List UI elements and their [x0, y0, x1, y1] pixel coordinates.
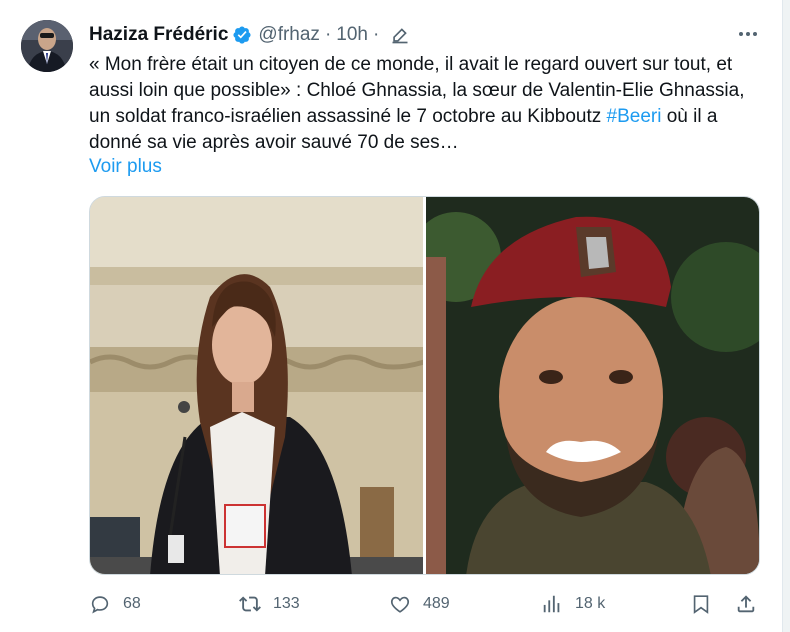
reply-count: 68	[123, 595, 141, 612]
like-button[interactable]: 489	[389, 590, 450, 618]
retweet-count: 133	[273, 595, 300, 612]
views-button[interactable]: 18 k	[541, 590, 605, 618]
retweet-icon	[239, 596, 261, 612]
bookmark-icon	[693, 595, 709, 614]
separator: ·	[324, 24, 332, 45]
tweet[interactable]: Haziza Frédéric @frhaz · 10h · « Mon frè…	[0, 0, 790, 632]
media-grid	[89, 196, 760, 575]
action-bar: 68 133 489 18 k	[89, 590, 765, 618]
like-icon	[390, 596, 410, 613]
photo-woman[interactable]	[90, 197, 423, 574]
timestamp[interactable]: 10h	[336, 24, 368, 46]
reply-button[interactable]: 68	[89, 590, 141, 618]
like-count: 489	[423, 595, 450, 612]
author-handle[interactable]: @frhaz	[258, 24, 320, 46]
hashtag-link[interactable]: #Beeri	[607, 106, 662, 127]
tweet-header: Haziza Frédéric @frhaz · 10h ·	[89, 22, 410, 48]
share-button[interactable]	[735, 590, 757, 618]
author-name[interactable]: Haziza Frédéric	[89, 24, 228, 46]
reply-icon	[91, 596, 109, 614]
scroll-edge	[782, 0, 790, 632]
edit-icon[interactable]	[390, 25, 410, 45]
views-count: 18 k	[575, 595, 606, 612]
verified-badge-icon	[233, 26, 251, 44]
tweet-text: « Mon frère était un citoyen de ce monde…	[89, 52, 765, 156]
separator: ·	[372, 24, 380, 45]
show-more-link[interactable]: Voir plus	[89, 156, 162, 178]
more-icon[interactable]	[736, 23, 760, 45]
views-icon	[543, 595, 560, 613]
photo-soldier[interactable]	[426, 197, 759, 574]
share-icon	[737, 595, 755, 613]
retweet-button[interactable]: 133	[239, 590, 300, 618]
avatar[interactable]	[21, 20, 73, 72]
bookmark-button[interactable]	[690, 590, 712, 618]
